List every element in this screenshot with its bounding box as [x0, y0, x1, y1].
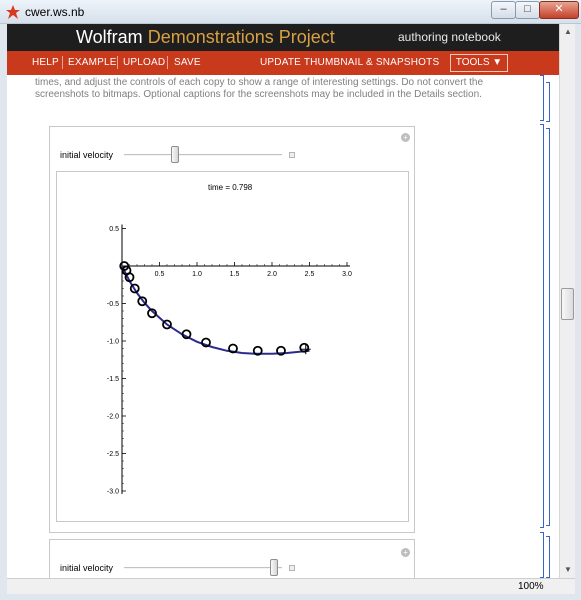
x-tick-label: 2.5: [305, 271, 315, 278]
initial-velocity-slider-track[interactable]: [124, 567, 282, 569]
upload-link[interactable]: UPLOAD: [123, 57, 165, 68]
brand-name: Wolfram: [76, 27, 143, 47]
cell-bracket[interactable]: [546, 536, 550, 578]
scrollbar-thumb[interactable]: [561, 288, 574, 320]
initial-velocity-slider-track[interactable]: [124, 154, 282, 156]
y-tick-label: −0.5: [107, 301, 119, 308]
brand-accent: Demonstrations Project: [147, 27, 335, 47]
maximize-button[interactable]: □: [515, 1, 540, 19]
separator: [62, 56, 63, 69]
trajectory-chart[interactable]: 0.5 1.0 1.5 2.0 2.5 3.0 0.5 −0.5 −1.0 −1.5 −2.0 −2.…: [107, 215, 407, 515]
window-title: cwer.ws.nb: [25, 5, 85, 19]
notebook-frame: Wolfram Demonstrations Project authoring…: [7, 24, 575, 594]
y-tick-label: −2.5: [107, 451, 119, 458]
cell-bracket[interactable]: [546, 128, 550, 526]
manipulate-panel-1: + initial velocity time = 0.798 0.5 1.0 1.…: [49, 126, 415, 533]
cell-bracket[interactable]: [540, 124, 544, 528]
x-tick-label: 0.5: [155, 271, 165, 278]
zoom-level[interactable]: 100%: [518, 581, 544, 592]
plot-area: time = 0.798 0.5 1.0 1.5 2.0 2.5 3.0 0.5 −0.5 −1…: [56, 171, 409, 522]
close-button[interactable]: ✕: [539, 1, 579, 19]
x-tick-label: 1.0: [192, 271, 202, 278]
example-link[interactable]: EXAMPLE: [68, 57, 117, 68]
window-title-bar: cwer.ws.nb – □ ✕: [0, 0, 581, 24]
toolbar: HELP EXAMPLE UPLOAD SAVE UPDATE THUMBNAI…: [7, 51, 559, 75]
x-tick-label: 1.5: [230, 271, 240, 278]
time-label: time = 0.798: [208, 183, 253, 192]
panel-options-icon[interactable]: +: [401, 548, 410, 557]
authoring-notebook-label: authoring notebook: [398, 30, 501, 44]
y-tick-label: −2.0: [107, 414, 119, 421]
help-link[interactable]: HELP: [32, 57, 59, 68]
initial-velocity-label: initial velocity: [60, 150, 114, 160]
initial-velocity-label: initial velocity: [60, 563, 114, 573]
instructions-text: times, and adjust the controls of each c…: [35, 77, 484, 100]
separator: [117, 56, 118, 69]
slider-expand-icon[interactable]: [289, 565, 295, 571]
y-tick-label: −3.0: [107, 489, 119, 496]
wolfram-logo: Wolfram Demonstrations Project: [76, 27, 335, 48]
x-tick-label: 2.0: [267, 271, 277, 278]
cell-bracket[interactable]: [540, 75, 544, 121]
update-thumbnail-link[interactable]: UPDATE THUMBNAIL & SNAPSHOTS: [260, 57, 439, 68]
scroll-down-arrow-icon[interactable]: ▼: [561, 563, 575, 577]
initial-velocity-slider-thumb[interactable]: [170, 146, 179, 163]
initial-velocity-slider-thumb[interactable]: [269, 559, 278, 576]
slider-expand-icon[interactable]: [289, 152, 295, 158]
cell-bracket[interactable]: [546, 82, 550, 122]
y-tick-label: 0.5: [109, 226, 119, 233]
vertical-scrollbar[interactable]: ▲ ▼: [559, 24, 575, 578]
status-bar: 100%: [7, 578, 575, 594]
x-tick-label: 3.0: [342, 271, 352, 278]
save-link[interactable]: SAVE: [174, 57, 201, 68]
wolfram-header-bar: Wolfram Demonstrations Project authoring…: [7, 24, 559, 51]
mathematica-app-icon: [6, 5, 20, 19]
minimize-button[interactable]: –: [491, 1, 516, 19]
panel-options-icon[interactable]: +: [401, 133, 410, 142]
tools-dropdown[interactable]: TOOLS ▼: [450, 54, 508, 72]
separator: [167, 56, 168, 69]
scroll-up-arrow-icon[interactable]: ▲: [561, 25, 575, 39]
y-tick-label: −1.5: [107, 376, 119, 383]
y-tick-label: −1.0: [107, 339, 119, 346]
cell-bracket[interactable]: [540, 532, 544, 578]
